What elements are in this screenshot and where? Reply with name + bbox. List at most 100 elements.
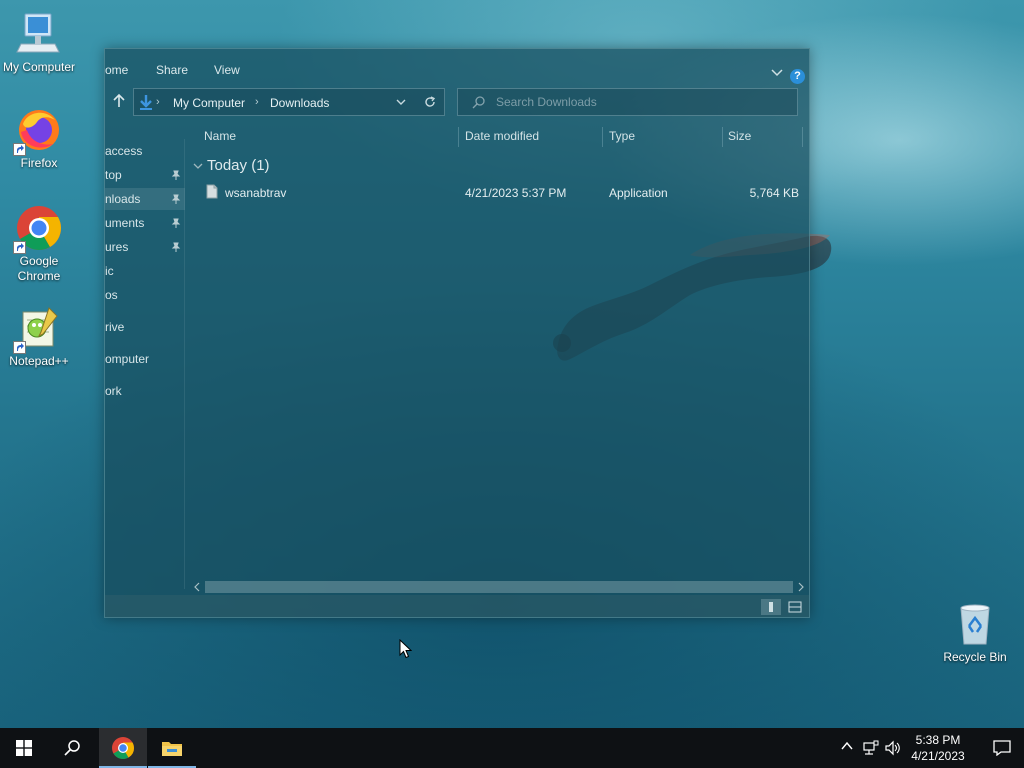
file-type: Application	[609, 186, 668, 200]
scrollbar-thumb[interactable]	[205, 581, 793, 593]
chrome-icon	[13, 204, 63, 254]
chrome-icon	[112, 737, 134, 759]
nav-item-my-computer[interactable]: omputer	[105, 348, 185, 370]
nav-item-label: uments	[105, 216, 145, 230]
nav-item-label: nloads	[105, 192, 141, 206]
nav-item-downloads[interactable]: nloads	[105, 188, 185, 210]
breadcrumb-separator-icon: ›	[255, 96, 259, 108]
nav-item-quick-access[interactable]: access	[105, 140, 185, 162]
desktop-icon-notepad-plus-plus[interactable]: Notepad++	[1, 304, 77, 369]
column-header-date-modified[interactable]: Date modified	[465, 129, 539, 143]
chevron-down-icon[interactable]	[193, 163, 203, 170]
large-icons-view-icon	[788, 601, 802, 613]
taskbar: 5:38 PM 4/21/2023	[0, 728, 1024, 768]
desktop-icon-firefox[interactable]: Firefox	[1, 106, 77, 171]
pin-icon	[171, 170, 181, 180]
nav-item-network[interactable]: ork	[105, 380, 185, 402]
desktop-icon-my-computer[interactable]: My Computer	[1, 10, 77, 75]
chevron-down-icon[interactable]	[771, 69, 783, 77]
desktop-icon-label: Google Chrome	[17, 254, 61, 283]
mouse-cursor-icon	[399, 639, 412, 659]
pin-icon	[171, 242, 181, 252]
search-input[interactable]	[496, 93, 786, 111]
application-file-icon	[206, 184, 218, 199]
desktop-icon-label: My Computer	[2, 60, 76, 74]
notification-icon	[993, 740, 1011, 756]
breadcrumb-downloads[interactable]: Downloads	[270, 96, 329, 110]
desktop-icon-label: Notepad++	[9, 354, 69, 368]
nav-item-label: omputer	[105, 352, 150, 366]
column-separator[interactable]	[602, 127, 603, 147]
scroll-left-icon[interactable]	[193, 582, 201, 592]
chevron-up-icon[interactable]	[841, 740, 853, 752]
network-icon[interactable]	[863, 740, 879, 756]
desktop-icon-label: Recycle Bin	[943, 650, 1007, 664]
nav-item-music[interactable]: ic	[105, 260, 185, 282]
nav-item-documents[interactable]: uments	[105, 212, 185, 234]
help-icon[interactable]: ?	[790, 69, 805, 84]
column-separator[interactable]	[458, 127, 459, 147]
group-title: Today (1)	[207, 157, 270, 174]
breadcrumb-separator-icon: ›	[156, 96, 160, 108]
file-date-modified: 4/21/2023 5:37 PM	[465, 186, 567, 200]
shortcut-arrow-icon	[13, 341, 26, 354]
nav-item-pictures[interactable]: ures	[105, 236, 185, 258]
nav-item-desktop[interactable]: top	[105, 164, 185, 186]
status-bar	[105, 595, 809, 617]
navigation-pane: access top nloads uments ures ic os rive…	[105, 139, 185, 589]
ribbon-tab-view[interactable]: View	[214, 63, 240, 77]
search-icon	[472, 96, 485, 109]
volume-icon[interactable]	[885, 740, 901, 756]
file-name: wsanabtrav	[225, 186, 287, 200]
desktop-icon-chrome[interactable]: Google Chrome	[1, 204, 77, 284]
large-icons-view-button[interactable]	[785, 599, 805, 615]
column-header-type[interactable]: Type	[609, 129, 635, 143]
shortcut-arrow-icon	[13, 241, 26, 254]
column-header-size[interactable]: Size	[728, 129, 751, 143]
chevron-down-icon[interactable]	[396, 99, 406, 106]
column-header-name[interactable]: Name	[204, 129, 236, 143]
nav-item-label: ork	[105, 384, 122, 398]
scroll-right-icon[interactable]	[797, 582, 805, 592]
nav-item-label: top	[105, 168, 122, 182]
nav-item-onedrive[interactable]: rive	[105, 316, 185, 338]
taskbar-file-explorer-button[interactable]	[148, 728, 196, 768]
file-size: 5,764 KB	[749, 186, 799, 200]
up-arrow-icon[interactable]	[111, 93, 127, 109]
recycle-bin-icon	[951, 600, 999, 648]
nav-item-label: access	[105, 144, 143, 158]
file-explorer-window[interactable]: ome Share View ? › My Computer › Downloa…	[104, 48, 810, 618]
refresh-icon[interactable]	[424, 96, 436, 108]
download-location-icon	[140, 95, 152, 110]
shortcut-arrow-icon	[13, 143, 26, 156]
column-separator[interactable]	[722, 127, 723, 147]
windows-logo-icon	[16, 740, 32, 756]
start-button[interactable]	[0, 728, 48, 768]
column-separator[interactable]	[802, 127, 803, 147]
taskbar-chrome-button[interactable]	[99, 728, 147, 768]
nav-item-label: ic	[105, 264, 114, 278]
nav-item-label: rive	[105, 320, 125, 334]
action-center-button[interactable]	[980, 728, 1024, 768]
desktop-icon-label: Firefox	[20, 156, 58, 170]
details-view-button[interactable]	[761, 599, 781, 615]
ribbon: ome Share View ?	[105, 57, 809, 84]
file-row[interactable]: wsanabtrav 4/21/2023 5:37 PM Application…	[193, 181, 805, 203]
desktop-icon-recycle-bin[interactable]: Recycle Bin	[937, 600, 1013, 665]
horizontal-scrollbar[interactable]	[193, 579, 805, 595]
ribbon-tab-share[interactable]: Share	[156, 63, 188, 77]
breadcrumb-my-computer[interactable]: My Computer	[173, 96, 245, 110]
search-button[interactable]	[48, 728, 96, 768]
computer-icon	[15, 10, 63, 58]
search-icon	[64, 740, 80, 756]
notepad-plus-plus-icon	[13, 304, 63, 354]
clock-time: 5:38 PM	[915, 733, 961, 747]
search-box[interactable]	[457, 88, 798, 116]
nav-item-videos[interactable]: os	[105, 284, 185, 306]
ribbon-tab-home[interactable]: ome	[105, 63, 128, 77]
address-bar[interactable]: › My Computer › Downloads	[133, 88, 445, 116]
nav-item-label: ures	[105, 240, 129, 254]
file-explorer-icon	[162, 742, 182, 756]
pin-icon	[171, 194, 181, 204]
system-clock[interactable]: 5:38 PM 4/21/2023	[904, 732, 972, 764]
